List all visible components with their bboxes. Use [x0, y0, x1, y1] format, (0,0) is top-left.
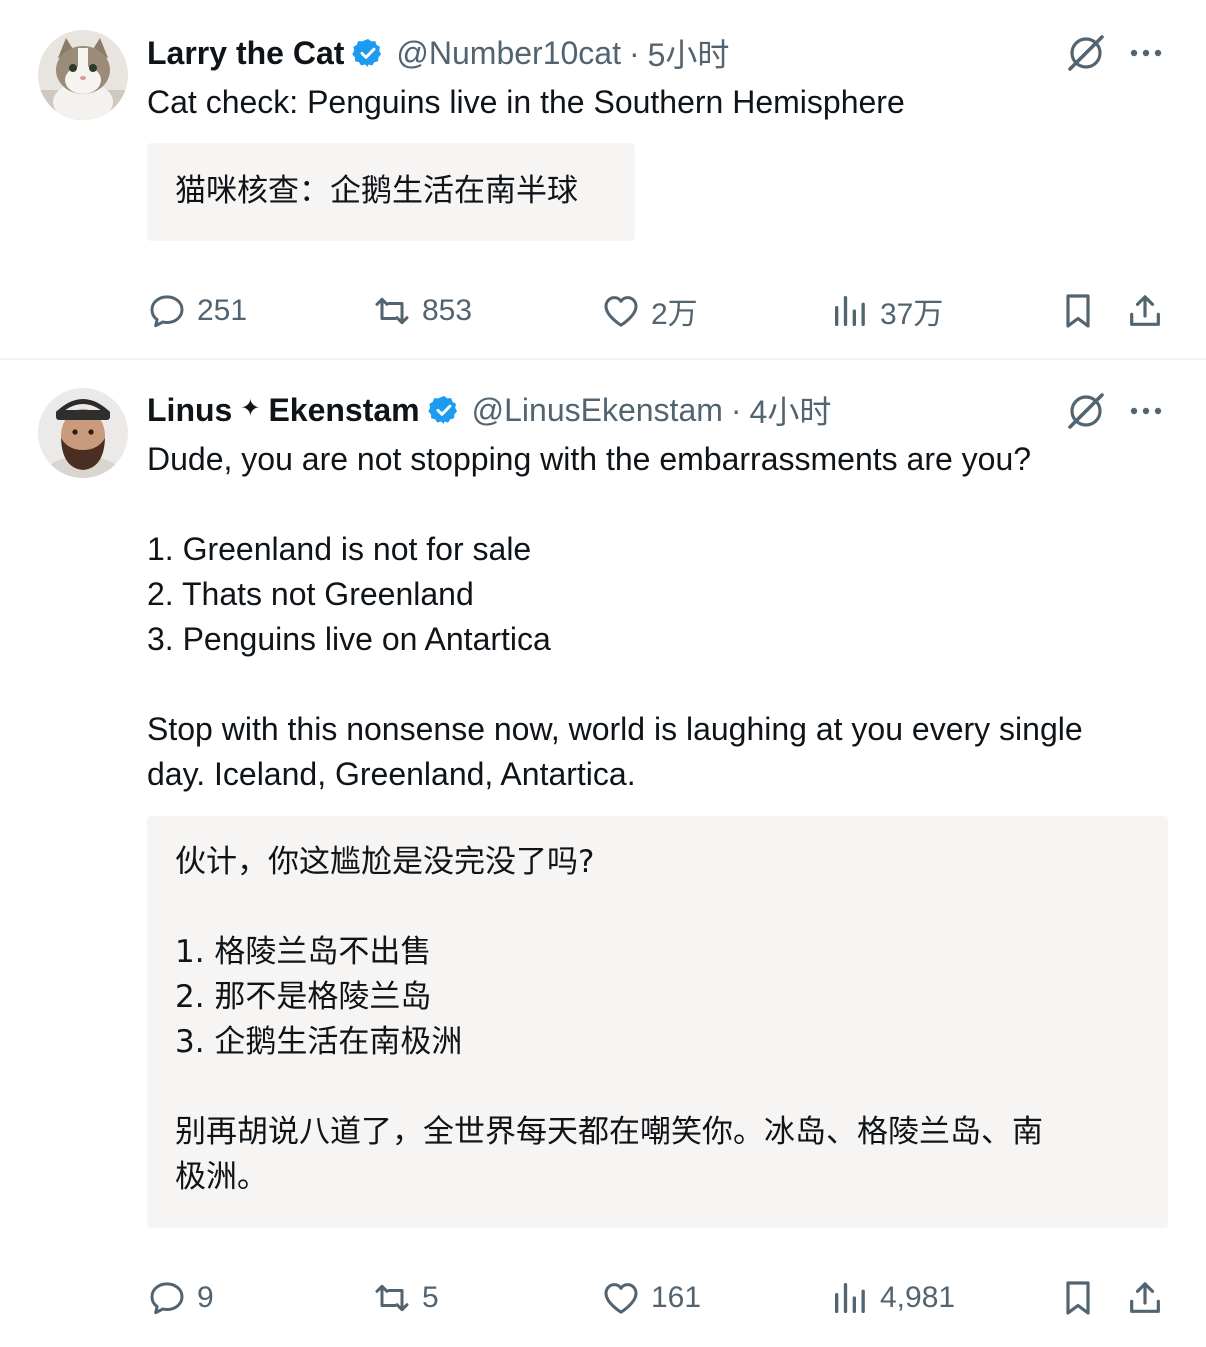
timestamp[interactable]: 5小时 — [648, 30, 730, 76]
tweet-text: Dude, you are not stopping with the emba… — [147, 437, 1177, 797]
share-icon — [1130, 1282, 1160, 1313]
like-count: 161 — [651, 1281, 702, 1314]
author-handle[interactable]: @Number10cat — [396, 35, 621, 72]
share-icon — [1130, 295, 1160, 326]
translation-line: 猫咪核查：企鹅生活在南半球 — [175, 173, 578, 209]
tweet-text-line — [147, 482, 1177, 527]
tweet-text-line — [147, 662, 1177, 707]
bookmark-icon — [1066, 294, 1090, 328]
views-button[interactable]: 4,981 — [830, 1273, 955, 1323]
views-icon — [835, 296, 865, 326]
bookmark-icon — [1066, 1281, 1090, 1315]
action-bar: 9 5 161 4,981 — [0, 1273, 1206, 1323]
translation-box: 伙计，你这尴尬是没完没了吗? 1. 格陵兰岛不出售 2. 那不是格陵兰岛 3. … — [147, 816, 1168, 1228]
translation-box: 猫咪核查：企鹅生活在南半球 — [147, 143, 635, 241]
reply-count: 251 — [197, 294, 248, 327]
heart-icon — [604, 296, 638, 327]
bookmark-button[interactable] — [1058, 1273, 1098, 1323]
views-button[interactable]: 37万 — [830, 286, 943, 336]
retweet-count: 5 — [422, 1281, 439, 1314]
retweet-button[interactable]: 853 — [372, 286, 472, 336]
retweet-count: 853 — [422, 294, 473, 327]
author-name[interactable]: Larry the Cat — [147, 35, 344, 72]
reply-icon — [150, 1282, 184, 1315]
translation-line: 别再胡说八道了，全世界每天都在嘲笑你。冰岛、格陵兰岛、南 — [175, 1114, 1043, 1150]
reply-button[interactable]: 9 — [147, 1273, 214, 1323]
translation-line: 1. 格陵兰岛不出售 — [175, 934, 432, 970]
avatar[interactable] — [38, 30, 128, 120]
translation-line: 极洲。 — [175, 1159, 268, 1195]
timestamp[interactable]: 4小时 — [750, 387, 832, 433]
translation-line: 3. 企鹅生活在南极洲 — [175, 1024, 463, 1060]
tweet[interactable]: Linus ✦ Ekenstam @LinusEkenstam · 4小时 Du… — [0, 360, 1206, 1347]
tweet[interactable]: Larry the Cat @Number10cat · 5小时 Cat che… — [0, 0, 1206, 360]
tweet-text: Cat check: Penguins live in the Southern… — [147, 80, 1177, 125]
tweet-text-line: 1. Greenland is not for sale — [147, 531, 532, 567]
tweet-text-line: 3. Penguins live on Antartica — [147, 621, 551, 657]
grok-icon[interactable] — [1064, 31, 1108, 75]
separator-dot: · — [730, 391, 742, 428]
tweet-text-line: Cat check: Penguins live in the Southern… — [147, 84, 905, 120]
heart-icon — [604, 1283, 638, 1314]
reply-button[interactable]: 251 — [147, 286, 247, 336]
reply-count: 9 — [197, 1281, 214, 1314]
views-icon — [835, 1283, 865, 1313]
author-name-first[interactable]: Linus — [147, 392, 232, 429]
tweet-text-line: Dude, you are not stopping with the emba… — [147, 441, 1032, 477]
tweet-text-line: day. Iceland, Greenland, Antartica. — [147, 756, 636, 792]
like-button[interactable]: 161 — [601, 1273, 701, 1323]
tweet-text-line: 2. Thats not Greenland — [147, 576, 474, 612]
like-button[interactable]: 2万 — [601, 286, 698, 336]
verified-badge-icon — [427, 394, 460, 426]
tweet-text-line: Stop with this nonsense now, world is la… — [147, 711, 1083, 747]
translation-line: 2. 那不是格陵兰岛 — [175, 979, 432, 1015]
retweet-button[interactable]: 5 — [372, 1273, 439, 1323]
view-count: 37万 — [880, 298, 944, 331]
share-button[interactable] — [1125, 1273, 1165, 1323]
tweet-header: Linus ✦ Ekenstam @LinusEkenstam · 4小时 — [147, 388, 831, 432]
avatar[interactable] — [38, 388, 128, 478]
more-icon[interactable] — [1126, 389, 1166, 433]
bookmark-button[interactable] — [1058, 286, 1098, 336]
verified-badge-icon — [352, 37, 384, 69]
reply-icon — [150, 295, 184, 328]
author-name-sparkle: ✦ — [240, 394, 261, 422]
author-handle[interactable]: @LinusEkenstam — [472, 392, 723, 429]
translation-line — [175, 1065, 1140, 1110]
translation-line — [175, 885, 1140, 930]
action-bar: 251 853 2万 37万 — [0, 286, 1206, 336]
retweet-icon — [375, 1284, 409, 1312]
more-icon[interactable] — [1126, 31, 1166, 75]
retweet-icon — [375, 297, 409, 325]
share-button[interactable] — [1125, 286, 1165, 336]
grok-icon[interactable] — [1064, 389, 1108, 433]
tweet-header: Larry the Cat @Number10cat · 5小时 — [147, 31, 729, 75]
author-name-last[interactable]: Ekenstam — [268, 392, 419, 429]
separator-dot: · — [628, 34, 640, 71]
like-count: 2万 — [651, 298, 698, 331]
view-count: 4,981 — [880, 1281, 956, 1314]
translation-line: 伙计，你这尴尬是没完没了吗? — [175, 844, 595, 880]
